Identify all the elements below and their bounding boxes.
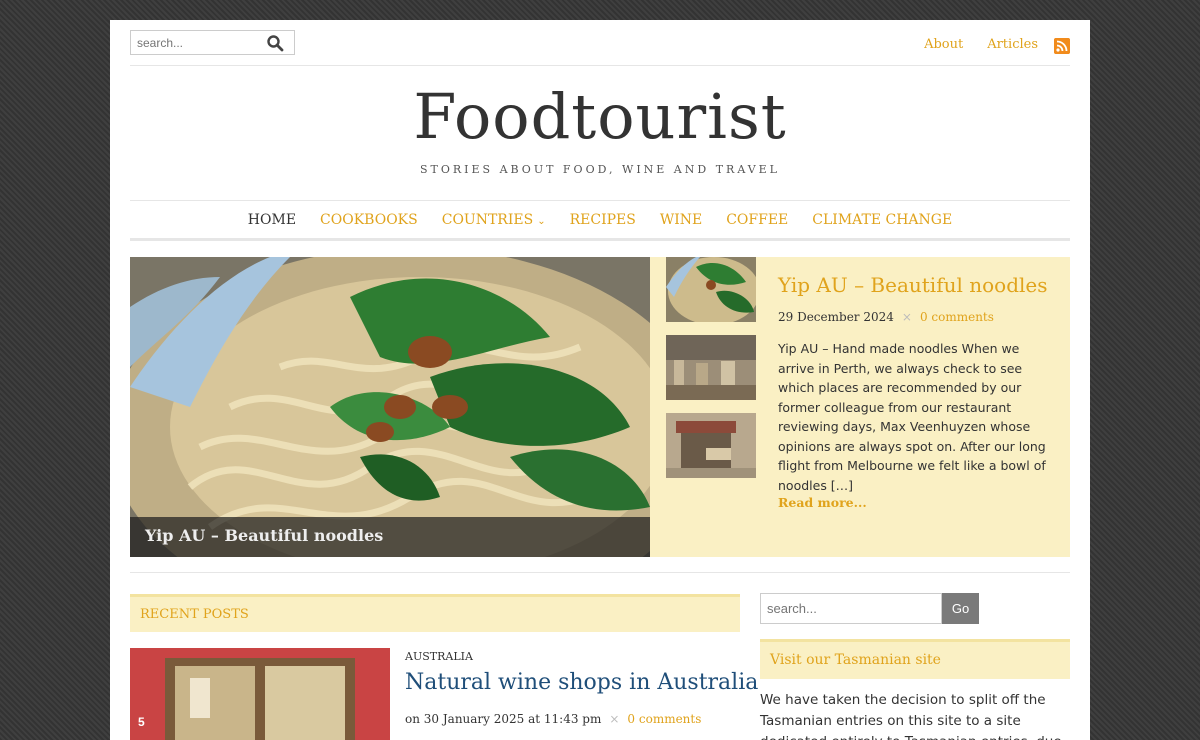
post-meta: on 30 January 2025 at 11:43 pm × 0 comment… <box>405 712 701 726</box>
nav-coffee[interactable]: COFFEE <box>726 212 788 228</box>
restaurant-interior-image <box>666 335 756 400</box>
divider <box>130 65 1070 66</box>
nav-cookbooks[interactable]: COOKBOOKS <box>320 212 418 228</box>
noodle-bowl-image <box>130 257 650 557</box>
search-icon[interactable] <box>266 34 284 52</box>
rss-icon[interactable] <box>1054 38 1070 54</box>
nav-countries[interactable]: COUNTRIES ⌄ <box>442 212 546 228</box>
thumbnail-interior[interactable] <box>666 335 756 400</box>
sidebar-search: Go <box>760 593 979 624</box>
nav-wine[interactable]: WINE <box>660 212 702 228</box>
page-container: About Articles Foodtourist STORIES ABOUT… <box>110 20 1090 740</box>
featured-caption[interactable]: Yip AU – Beautiful noodles <box>130 517 650 557</box>
tasmanian-widget-title: Visit our Tasmanian site <box>760 639 1070 679</box>
nav-home[interactable]: HOME <box>248 212 296 228</box>
site-tagline: STORIES ABOUT FOOD, WINE AND TRAVEL <box>419 163 780 176</box>
meta-separator: × <box>901 310 912 324</box>
divider <box>130 572 1070 573</box>
read-more-link[interactable]: Read more... <box>778 495 867 510</box>
meta-separator: × <box>609 712 620 726</box>
post-badge: 5 <box>138 715 145 729</box>
post-title[interactable]: Natural wine shops in Australia <box>405 670 758 695</box>
top-links: About Articles <box>900 36 1070 54</box>
header-search-input[interactable] <box>131 31 261 54</box>
header-search <box>130 30 295 55</box>
featured-date: 29 December 2024 <box>778 310 894 324</box>
nav-recipes[interactable]: RECIPES <box>570 212 636 228</box>
main-nav: HOME COOKBOOKS COUNTRIES ⌄ RECIPES WINE C… <box>130 201 1070 241</box>
about-link[interactable]: About <box>924 37 963 52</box>
post-category[interactable]: AUSTRALIA <box>405 650 473 663</box>
featured-image[interactable]: Yip AU – Beautiful noodles <box>130 257 650 557</box>
recent-posts-header: RECENT POSTS <box>130 594 740 632</box>
thumbnail-noodles[interactable] <box>666 257 756 322</box>
featured-excerpt: Yip AU – Hand made noodles When we arriv… <box>778 341 1046 493</box>
go-button[interactable]: Go <box>942 593 979 624</box>
articles-link[interactable]: Articles <box>987 37 1038 52</box>
chevron-down-icon: ⌄ <box>537 215 546 227</box>
site-title[interactable]: Foodtourist <box>110 80 1090 153</box>
sidebar-search-input[interactable] <box>760 593 942 624</box>
noodle-thumbnail-image <box>666 257 756 322</box>
featured-title[interactable]: Yip AU – Beautiful noodles <box>778 273 1048 297</box>
featured-meta: 29 December 2024 × 0 comments <box>778 310 994 324</box>
storefront-image <box>666 413 756 478</box>
nav-climate-change[interactable]: CLIMATE CHANGE <box>812 212 952 228</box>
nav-countries-label: COUNTRIES <box>441 211 534 228</box>
thumbnail-storefront[interactable] <box>666 413 756 478</box>
post-comments-link[interactable]: 0 comments <box>627 712 701 726</box>
tasmanian-widget-text: We have taken the decision to split off … <box>760 692 1062 740</box>
featured-panel: Yip AU – Beautiful noodles 29 December 2… <box>650 257 1070 557</box>
featured-comments-link[interactable]: 0 comments <box>920 310 994 324</box>
wine-shop-image: 5 <box>130 648 390 740</box>
post-image[interactable]: 5 <box>130 648 390 740</box>
post-date: on 30 January 2025 at 11:43 pm <box>405 712 602 726</box>
